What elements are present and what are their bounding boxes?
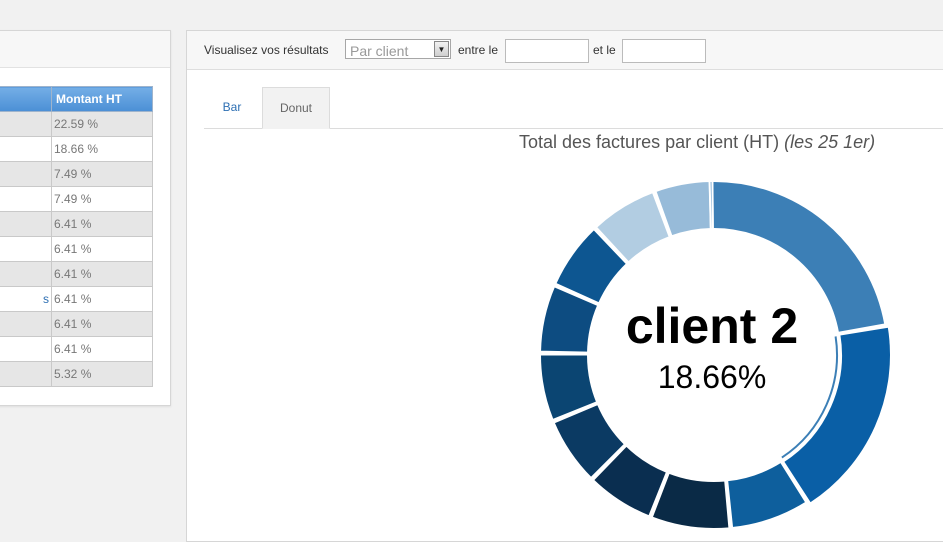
summary-table: Montant HT 22.59 % 18.66 % 7.49 % 7.49 % 6.4… (0, 86, 153, 387)
montant-cell: 6.41 % (51, 211, 153, 237)
table-row[interactable]: 6.41 % (0, 211, 153, 237)
date-from-input[interactable] (505, 39, 589, 63)
and-label: et le (593, 43, 616, 57)
client-name-cell[interactable] (0, 311, 52, 337)
client-name-cell[interactable] (0, 136, 52, 162)
table-row[interactable]: 5.32 % (0, 361, 153, 387)
montant-cell: 7.49 % (51, 161, 153, 187)
montant-cell: 6.41 % (51, 311, 153, 337)
client-name-cell[interactable] (0, 111, 52, 137)
client-name-cell[interactable] (0, 336, 52, 362)
montant-cell: 6.41 % (51, 261, 153, 287)
between-label: entre le (458, 43, 499, 57)
date-to-input[interactable] (622, 39, 706, 63)
table-row[interactable]: 6.41 % (0, 261, 153, 287)
table-header-row: Montant HT (0, 86, 153, 112)
chart-tabs: Bar Donut (204, 87, 943, 129)
table-row[interactable]: 7.49 % (0, 186, 153, 212)
client-name-cell[interactable] (0, 361, 52, 387)
montant-cell: 5.32 % (51, 361, 153, 387)
table-row[interactable]: s 6.41 % (0, 286, 153, 312)
montant-cell: 6.41 % (51, 286, 153, 312)
donut-slice[interactable] (708, 179, 714, 231)
montant-cell: 22.59 % (51, 111, 153, 137)
chart-title-text: Total des factures par client (HT) (519, 132, 780, 152)
chevron-down-icon[interactable]: ▼ (434, 41, 449, 57)
montant-cell: 7.49 % (51, 186, 153, 212)
client-name-cell[interactable] (0, 186, 52, 212)
column-header-client[interactable] (0, 86, 52, 112)
table-row[interactable]: 6.41 % (0, 236, 153, 262)
table-row[interactable]: 6.41 % (0, 336, 153, 362)
montant-cell: 6.41 % (51, 336, 153, 362)
chart-subtitle: (les 25 1er) (784, 132, 876, 152)
table-row[interactable]: 7.49 % (0, 161, 153, 187)
montant-cell: 6.41 % (51, 236, 153, 262)
montant-cell: 18.66 % (51, 136, 153, 162)
client-name-cell[interactable] (0, 261, 52, 287)
view-select[interactable]: Par client ▼ (345, 39, 451, 59)
filter-label: Visualisez vos résultats (204, 43, 329, 57)
tab-bar[interactable]: Bar (204, 87, 260, 128)
column-header-montant[interactable]: Montant HT (51, 86, 153, 112)
summary-panel-header (0, 31, 170, 68)
table-row[interactable]: 6.41 % (0, 311, 153, 337)
table-row[interactable]: 18.66 % (0, 136, 153, 162)
view-select-value: Par client (350, 43, 409, 59)
filter-bar: Visualisez vos résultats Par client ▼ en… (187, 31, 943, 70)
client-name-cell[interactable] (0, 161, 52, 187)
chart-title: Total des factures par client (HT) (les … (519, 132, 875, 153)
client-name-cell[interactable]: s (0, 286, 52, 312)
table-row[interactable]: 22.59 % (0, 111, 153, 137)
client-name-cell[interactable] (0, 211, 52, 237)
client-name-cell[interactable] (0, 236, 52, 262)
tab-donut[interactable]: Donut (262, 87, 330, 129)
summary-panel: Montant HT 22.59 % 18.66 % 7.49 % 7.49 % 6.4… (0, 30, 171, 406)
